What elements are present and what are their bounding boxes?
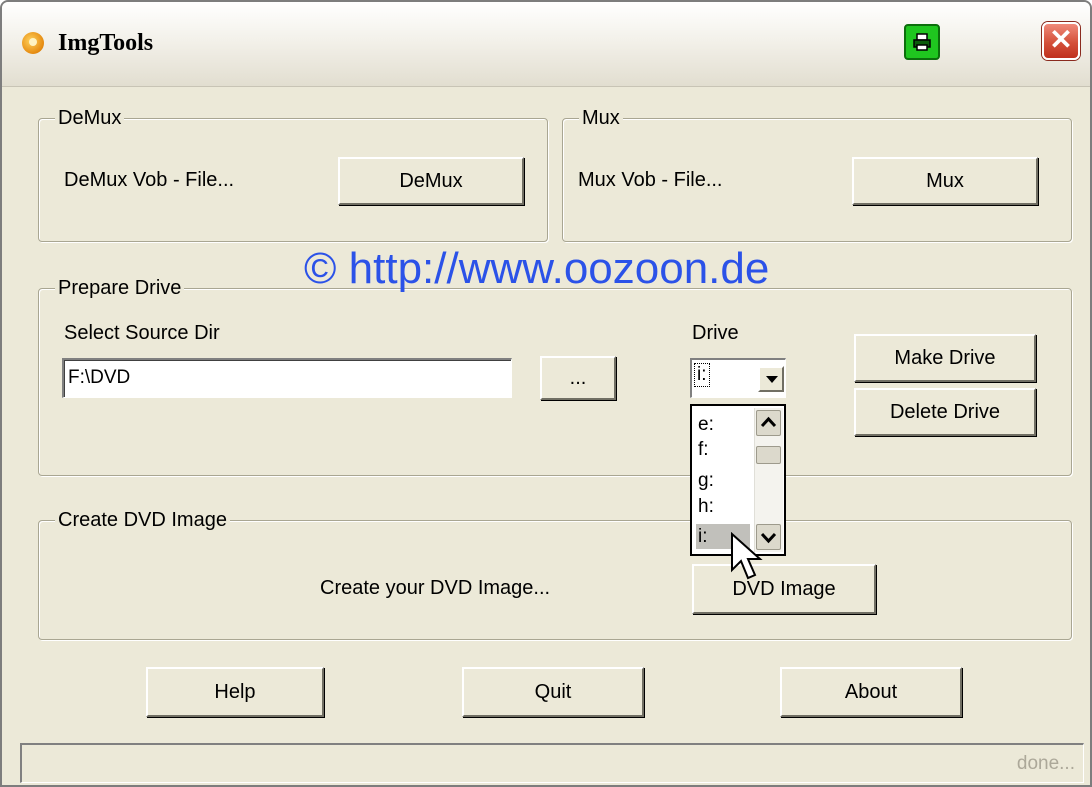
- app-window: ImgTools ✕ DeMux DeMux Vob - File... DeM…: [0, 0, 1092, 787]
- create-dvd-label: Create your DVD Image...: [320, 577, 551, 599]
- drive-select-value: i:: [694, 363, 710, 387]
- about-button[interactable]: About: [780, 667, 962, 717]
- drive-option[interactable]: g:: [696, 468, 750, 493]
- scroll-thumb[interactable]: [756, 446, 781, 464]
- prepare-drive-legend: Prepare Drive: [55, 275, 185, 301]
- help-button[interactable]: Help: [146, 667, 324, 717]
- drive-label: Drive: [692, 322, 739, 344]
- source-dir-label: Select Source Dir: [64, 322, 220, 344]
- mux-button[interactable]: Mux: [852, 157, 1038, 205]
- drive-option[interactable]: h:: [696, 494, 750, 519]
- dvd-image-button[interactable]: DVD Image: [692, 564, 876, 614]
- printer-icon: [913, 33, 931, 51]
- close-icon: ✕: [1049, 24, 1073, 55]
- make-drive-button[interactable]: Make Drive: [854, 334, 1036, 382]
- mouse-cursor-icon: [731, 532, 763, 580]
- drive-select[interactable]: i:: [690, 358, 786, 398]
- window-title: ImgTools: [58, 30, 154, 56]
- create-dvd-legend: Create DVD Image: [55, 507, 230, 533]
- chevron-down-icon[interactable]: [758, 366, 784, 392]
- chevron-up-icon: [760, 416, 777, 428]
- drive-option[interactable]: f:: [696, 437, 750, 462]
- delete-drive-button[interactable]: Delete Drive: [854, 388, 1036, 436]
- watermark: © http://www.oozoon.de: [304, 244, 770, 293]
- demux-button[interactable]: DeMux: [338, 157, 524, 205]
- quit-button[interactable]: Quit: [462, 667, 644, 717]
- close-button[interactable]: ✕: [1042, 22, 1080, 60]
- demux-legend: DeMux: [55, 105, 125, 131]
- status-bar: done...: [20, 743, 1084, 783]
- create-dvd-group: Create DVD Image: [38, 507, 1072, 640]
- dropdown-scrollbar[interactable]: [754, 408, 783, 552]
- title-bar[interactable]: ImgTools ✕: [2, 2, 1090, 87]
- demux-label: DeMux Vob - File...: [64, 169, 235, 191]
- mux-legend: Mux: [579, 105, 623, 131]
- status-text: done...: [1016, 753, 1075, 774]
- drive-option[interactable]: e:: [696, 412, 750, 437]
- app-icon[interactable]: [22, 32, 44, 54]
- mux-label: Mux Vob - File...: [578, 169, 723, 191]
- source-dir-input[interactable]: F:\DVD: [62, 358, 512, 398]
- browse-button[interactable]: ...: [540, 356, 616, 400]
- scroll-up-button[interactable]: [756, 410, 781, 436]
- print-button[interactable]: [904, 24, 940, 60]
